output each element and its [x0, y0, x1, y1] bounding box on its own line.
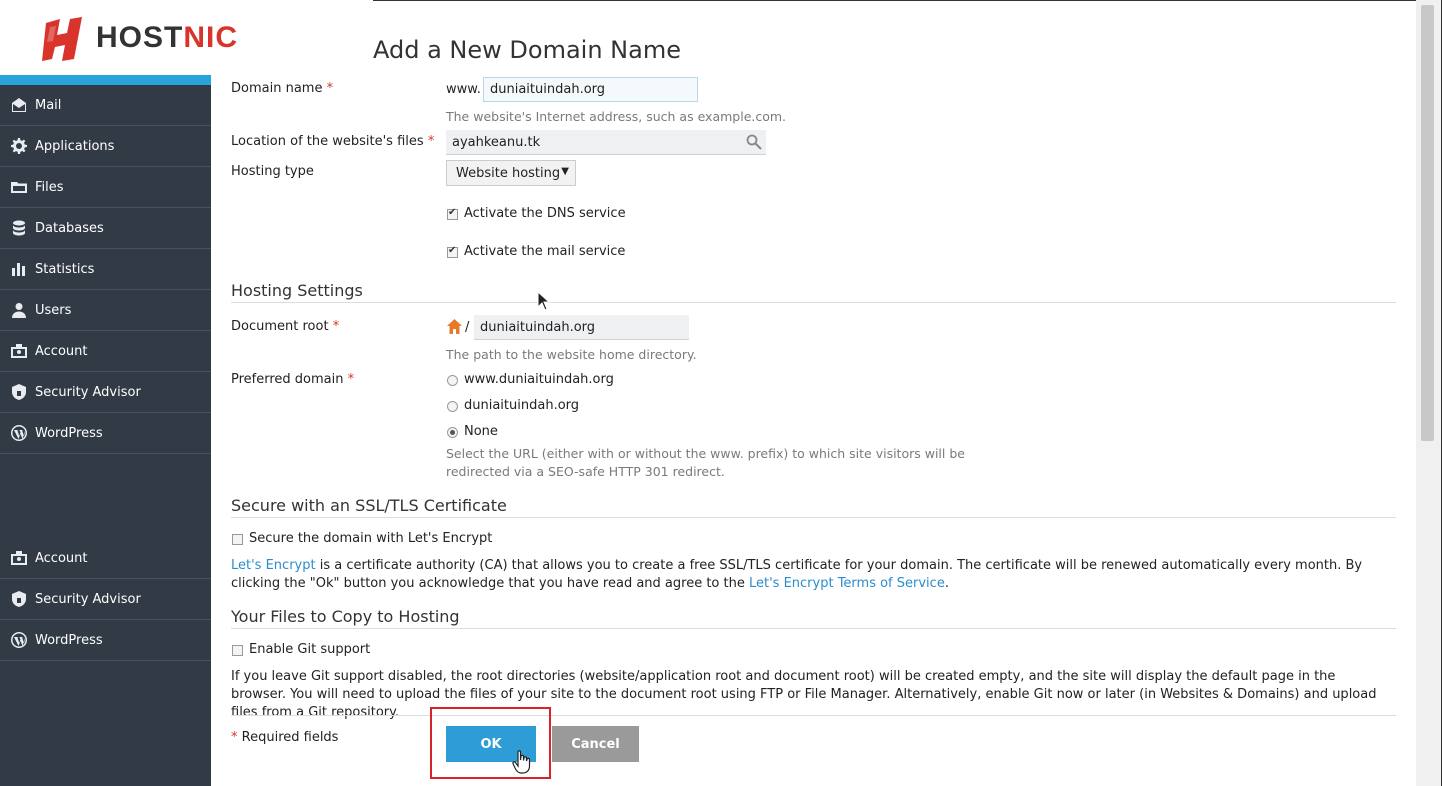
hosting-type-select[interactable]: Website hosting ▼: [446, 160, 576, 186]
lets-encrypt-checkbox[interactable]: [232, 534, 243, 545]
search-icon[interactable]: [746, 134, 762, 150]
files-copy-heading: Your Files to Copy to Hosting: [231, 607, 460, 626]
required-fields-note: * Required fields: [231, 730, 339, 745]
sidebar-item-label: Applications: [35, 138, 115, 154]
location-label: Location of the website's files *: [231, 134, 435, 149]
dns-checkbox-label: Activate the DNS service: [464, 206, 626, 221]
lets-encrypt-link[interactable]: Let's Encrypt: [231, 558, 316, 573]
document-root-slash: /: [465, 320, 470, 335]
sidebar-accent-bar: [0, 75, 211, 85]
git-description: If you leave Git support disabled, the r…: [231, 669, 1377, 720]
sidebar-item-applications[interactable]: Applications: [0, 126, 211, 167]
hosting-type-label: Hosting type: [231, 164, 314, 179]
mouse-cursor-arrow-icon: [537, 291, 551, 311]
mail-icon: [10, 96, 28, 114]
logo: HOSTNIC: [0, 0, 373, 75]
sidebar-item-label: Account: [35, 550, 88, 566]
sidebar-item-files[interactable]: Files: [0, 167, 211, 208]
sidebar-item-users[interactable]: Users: [0, 290, 211, 331]
gear-icon: [10, 137, 28, 155]
document-root-hint: The path to the website home directory.: [446, 347, 697, 362]
vertical-scrollbar[interactable]: [1416, 0, 1441, 786]
sidebar-item-wordpress-2[interactable]: WordPress: [0, 620, 211, 661]
ssl-description: Let's Encrypt is a certificate authority…: [231, 558, 1363, 591]
sidebar-item-label: Users: [35, 302, 72, 318]
bar-chart-icon: [10, 260, 28, 278]
scrollbar-thumb[interactable]: [1421, 5, 1434, 441]
domain-prefix: www.: [446, 82, 481, 97]
domain-name-label: Domain name *: [231, 81, 334, 96]
radio-www-domain[interactable]: [447, 375, 458, 386]
account-icon: [10, 549, 28, 567]
radio-label-none: None: [464, 424, 498, 439]
sidebar-item-label: Statistics: [35, 261, 95, 277]
radio-bare-domain[interactable]: [447, 401, 458, 412]
git-support-checkbox-label: Enable Git support: [249, 642, 371, 657]
sidebar-item-label: Security Advisor: [35, 384, 141, 400]
mail-checkbox-label: Activate the mail service: [464, 244, 626, 259]
folder-icon: [10, 178, 28, 196]
sidebar: Mail Applications Files Databases Statis…: [0, 75, 211, 786]
domain-name-input[interactable]: [483, 77, 698, 102]
sidebar-item-security-advisor[interactable]: Security Advisor: [0, 372, 211, 413]
divider: [231, 628, 1396, 629]
sidebar-item-label: Account: [35, 343, 88, 359]
document-root-label: Document root *: [231, 319, 340, 334]
lets-encrypt-terms-link[interactable]: Let's Encrypt Terms of Service: [749, 576, 945, 591]
radio-label-bare-domain: duniaituindah.org: [464, 398, 580, 413]
ssl-heading: Secure with an SSL/TLS Certificate: [231, 496, 507, 515]
location-input[interactable]: [446, 130, 766, 155]
preferred-domain-hint-line1: Select the URL (either with or without t…: [446, 446, 965, 461]
git-support-checkbox[interactable]: [232, 645, 243, 656]
document-root-input[interactable]: [474, 315, 689, 340]
sidebar-item-label: WordPress: [35, 425, 103, 441]
home-icon: [447, 319, 462, 334]
ok-button-highlight: [430, 707, 551, 779]
sidebar-item-statistics[interactable]: Statistics: [0, 249, 211, 290]
logo-text: HOSTNIC: [96, 20, 239, 54]
sidebar-item-label: Security Advisor: [35, 591, 141, 607]
radio-label-www-domain: www.duniaituindah.org: [464, 372, 614, 387]
sidebar-item-wordpress[interactable]: WordPress: [0, 413, 211, 454]
sidebar-item-mail[interactable]: Mail: [0, 85, 211, 126]
radio-none[interactable]: [447, 427, 458, 438]
preferred-domain-hint-line2: redirected via a SEO-safe HTTP 301 redir…: [446, 464, 725, 479]
sidebar-item-security-advisor-2[interactable]: Security Advisor: [0, 579, 211, 620]
cancel-button[interactable]: Cancel: [552, 726, 639, 762]
domain-name-hint: The website's Internet address, such as …: [446, 109, 787, 124]
sidebar-item-databases[interactable]: Databases: [0, 208, 211, 249]
preferred-domain-label: Preferred domain *: [231, 372, 355, 387]
shield-icon: [10, 590, 28, 608]
sidebar-item-account-2[interactable]: Account: [0, 538, 211, 579]
sidebar-item-label: WordPress: [35, 632, 103, 648]
lets-encrypt-checkbox-label: Secure the domain with Let's Encrypt: [249, 531, 493, 546]
sidebar-item-label: Databases: [35, 220, 104, 236]
page-title: Add a New Domain Name: [373, 36, 681, 64]
shield-icon: [10, 383, 28, 401]
mouse-cursor-hand-icon: [512, 750, 531, 774]
sidebar-item-label: Files: [35, 179, 64, 195]
divider: [231, 517, 1396, 518]
sidebar-item-account[interactable]: Account: [0, 331, 211, 372]
divider: [231, 302, 1396, 303]
account-icon: [10, 342, 28, 360]
dropdown-caret-icon: ▼: [561, 166, 569, 177]
wordpress-icon: [10, 631, 28, 649]
database-icon: [10, 219, 28, 237]
wordpress-icon: [10, 424, 28, 442]
logo-mark-icon: [42, 16, 82, 61]
divider: [231, 715, 1396, 716]
hosting-type-value: Website hosting: [456, 165, 561, 181]
user-icon: [10, 301, 28, 319]
sidebar-item-label: Mail: [35, 97, 62, 113]
mail-checkbox[interactable]: [447, 245, 458, 258]
dns-checkbox[interactable]: [447, 207, 458, 220]
hosting-settings-heading: Hosting Settings: [231, 281, 363, 300]
